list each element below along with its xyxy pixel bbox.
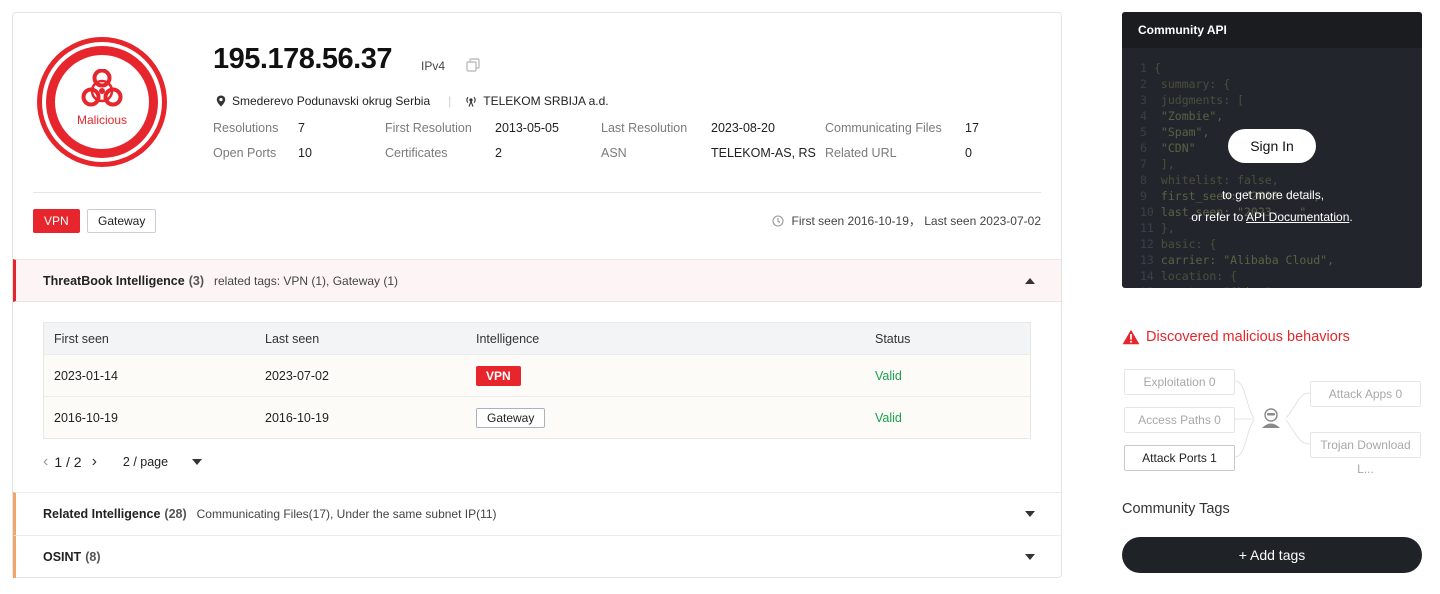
caret-up-icon[interactable] <box>1025 278 1035 284</box>
api-message: to get more details, <box>1221 188 1325 202</box>
node-trojan-download[interactable]: Trojan Download L... <box>1310 432 1421 476</box>
cell-status: Valid <box>875 368 902 383</box>
section-related-intel[interactable]: Related Intelligence (28) Communicating … <box>13 492 1061 535</box>
caret-down-icon[interactable] <box>1025 554 1035 560</box>
cell-first-seen: 2016-10-19 <box>54 410 118 425</box>
stat-resolutions: Resolutions 7 <box>213 121 305 135</box>
location-text: Smederevo Podunavski okrug Serbia <box>232 94 431 108</box>
node-attack-ports[interactable]: Attack Ports 1 <box>1124 445 1235 471</box>
api-card-title: Community API <box>1122 12 1422 48</box>
stat-asn: ASN TELEKOM-AS, RS <box>601 146 816 160</box>
intel-tag-vpn[interactable]: VPN <box>476 365 521 386</box>
section-title: ThreatBook Intelligence <box>43 273 185 288</box>
code-line: 14 location: { <box>1140 269 1238 283</box>
section-count: (28) <box>164 507 187 521</box>
divider <box>33 192 1041 193</box>
section-title: OSINT <box>43 550 82 564</box>
node-attack-apps[interactable]: Attack Apps 0 <box>1310 381 1421 407</box>
stat-related-url: Related URL 0 <box>825 146 972 160</box>
stat-open-ports: Open Ports 10 <box>213 146 312 160</box>
code-line: 1{ <box>1140 61 1161 75</box>
behavior-graph: Exploitation 0 Access Paths 0 Attack Por… <box>1122 368 1422 478</box>
ip-type: IPv4 <box>421 59 446 73</box>
stat-first-resolution: First Resolution 2013-05-05 <box>385 121 559 135</box>
code-line: 13 carrier: "Alibaba Cloud", <box>1140 253 1335 267</box>
location-line: Smederevo Podunavski okrug Serbia | TELE… <box>216 94 609 108</box>
section-osint[interactable]: OSINT (8) <box>13 535 1061 578</box>
community-api-card: Community API 1{ 2 summary: { 3 judgments:… <box>1122 12 1422 288</box>
stat-last-resolution: Last Resolution 2023-08-20 <box>601 121 775 135</box>
intel-table: First seen Last seen Intelligence Status… <box>43 322 1031 439</box>
tag-vpn[interactable]: VPN <box>33 209 80 233</box>
biohazard-icon <box>81 68 123 107</box>
cell-first-seen: 2023-01-14 <box>54 368 118 383</box>
cell-status: Valid <box>875 410 902 425</box>
map-pin-icon <box>216 95 226 107</box>
ip-address: 195.178.56.37 <box>213 43 392 75</box>
hacker-icon <box>1262 408 1280 428</box>
stat-certificates: Certificates 2 <box>385 146 502 160</box>
clock-icon <box>771 214 784 227</box>
node-exploitation[interactable]: Exploitation 0 <box>1124 369 1235 395</box>
api-documentation-link[interactable]: API Documentation <box>1246 210 1349 224</box>
api-code-sample: 1{2 summary: {3 judgments: [4 "Zombie", 5… <box>1122 60 1334 288</box>
code-line: 3 judgments: [ <box>1140 93 1245 107</box>
chevron-right-icon[interactable]: › <box>92 453 97 471</box>
code-line: 2 summary: { <box>1140 77 1231 91</box>
code-line: 4 "Zombie", <box>1140 109 1224 123</box>
table-row: 2016-10-19 2016-10-19 Gateway Valid <box>44 396 1030 438</box>
warning-icon <box>1122 329 1140 345</box>
api-doc-message: or refer to API Documentation. <box>1191 210 1353 224</box>
node-access-paths[interactable]: Access Paths 0 <box>1124 407 1235 433</box>
table-row: 2023-01-14 2023-07-02 VPN Valid <box>44 354 1030 396</box>
chevron-left-icon[interactable]: ‹ <box>43 453 48 471</box>
isp-text: TELEKOM SRBIJA a.d. <box>483 94 609 108</box>
tag-gateway[interactable]: Gateway <box>87 209 157 233</box>
section-sub: Communicating Files(17), Under the same … <box>196 507 497 521</box>
intel-tag-gateway[interactable]: Gateway <box>476 407 546 428</box>
copy-icon[interactable] <box>465 57 481 73</box>
section-count: (8) <box>85 550 101 564</box>
cell-last-seen: 2023-07-02 <box>265 368 329 383</box>
seen-text: First seen 2016-10-19， Last seen 2023-07… <box>791 214 1042 228</box>
code-line: 15 country: "China", <box>1122 284 1334 288</box>
verdict-label: Malicious <box>76 113 127 127</box>
section-count: (3) <box>188 273 204 288</box>
cell-last-seen: 2016-10-19 <box>265 410 329 425</box>
community-tags-title: Community Tags <box>1122 501 1230 517</box>
caret-down-icon[interactable] <box>1025 511 1035 517</box>
antenna-icon <box>466 96 476 107</box>
page-size-select[interactable]: 2 / page <box>123 455 168 469</box>
section-title: Related Intelligence <box>43 507 161 521</box>
malicious-behaviors-title: Discovered malicious behaviors <box>1122 329 1350 345</box>
section-threatbook-intel[interactable]: ThreatBook Intelligence (3) related tags… <box>13 259 1061 302</box>
chevron-down-icon[interactable] <box>192 459 203 465</box>
col-status: Status <box>875 331 911 346</box>
ip-summary-card: Malicious 195.178.56.37 IPv4 Smederevo P… <box>12 12 1062 578</box>
col-last-seen: Last seen <box>265 331 320 346</box>
col-first-seen: First seen <box>54 331 109 346</box>
add-tags-button[interactable]: + Add tags <box>1122 537 1422 573</box>
stat-communicating-files: Communicating Files 17 <box>825 121 979 135</box>
seen-dates: First seen 2016-10-19， Last seen 2023-07… <box>771 212 1042 229</box>
section-related-tags: related tags: VPN (1), Gateway (1) <box>213 273 399 288</box>
sign-in-button[interactable]: Sign In <box>1228 129 1316 163</box>
col-intelligence: Intelligence <box>476 331 540 346</box>
table-header: First seen Last seen Intelligence Status <box>44 323 1030 354</box>
pagination: ‹ 1 / 2 › 2 / page <box>43 453 203 471</box>
verdict-badge: Malicious <box>37 37 167 167</box>
page-indicator: 1 / 2 <box>54 454 82 470</box>
code-line: 12 basic: { <box>1140 237 1217 251</box>
code-line: 8 whitelist: false, <box>1140 173 1279 187</box>
